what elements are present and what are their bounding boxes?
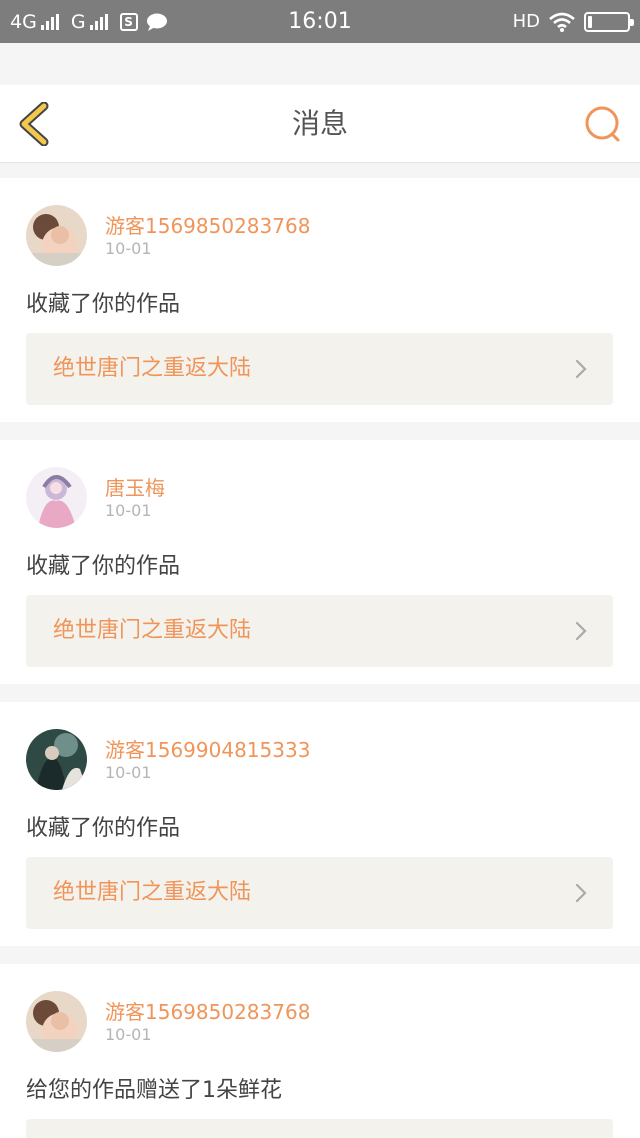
message-card: 游客1569904815333 10-01 收藏了你的作品 绝世唐门之重返大陆 [0, 702, 640, 946]
message-username[interactable]: 唐玉梅 [105, 472, 165, 501]
work-title: 绝世唐门之重返大陆 [53, 618, 252, 643]
message-card: 游客1569850283768 10-01 给您的作品赠送了1朵鲜花 [0, 964, 640, 1138]
message-username[interactable]: 游客1569850283768 [105, 210, 310, 239]
chevron-right-icon [575, 883, 587, 903]
message-card: 唐玉梅 10-01 收藏了你的作品 绝世唐门之重返大陆 [0, 440, 640, 684]
chevron-right-icon [575, 621, 587, 641]
search-icon[interactable] [584, 105, 624, 145]
message-action-text: 给您的作品赠送了1朵鲜花 [26, 1078, 282, 1103]
avatar[interactable] [26, 467, 87, 528]
header-bar: 消息 [0, 85, 640, 163]
status-bar: 4G G S 16:01 HD [0, 0, 640, 43]
work-link[interactable]: 绝世唐门之重返大陆 [26, 857, 613, 929]
message-date: 10-01 [105, 501, 152, 520]
message-date: 10-01 [105, 1025, 152, 1044]
avatar[interactable] [26, 729, 87, 790]
work-link[interactable]: 绝世唐门之重返大陆 [26, 333, 613, 405]
battery-icon [584, 11, 634, 32]
chevron-right-icon [575, 359, 587, 379]
work-link[interactable] [26, 1119, 613, 1138]
message-username[interactable]: 游客1569904815333 [105, 734, 310, 763]
avatar[interactable] [26, 991, 87, 1052]
message-action-text: 收藏了你的作品 [26, 816, 181, 841]
work-title: 绝世唐门之重返大陆 [53, 356, 252, 381]
work-title: 绝世唐门之重返大陆 [53, 880, 252, 905]
message-action-text: 收藏了你的作品 [26, 554, 181, 579]
message-username[interactable]: 游客1569850283768 [105, 996, 310, 1025]
wifi-icon [549, 12, 575, 32]
work-link[interactable]: 绝世唐门之重返大陆 [26, 595, 613, 667]
message-date: 10-01 [105, 239, 152, 258]
avatar[interactable] [26, 205, 87, 266]
message-card: 游客1569850283768 10-01 收藏了你的作品 绝世唐门之重返大陆 [0, 178, 640, 422]
message-date: 10-01 [105, 763, 152, 782]
status-right: HD [512, 0, 634, 43]
page-title: 消息 [291, 107, 348, 140]
hd-label: HD [512, 11, 540, 32]
message-action-text: 收藏了你的作品 [26, 292, 181, 317]
